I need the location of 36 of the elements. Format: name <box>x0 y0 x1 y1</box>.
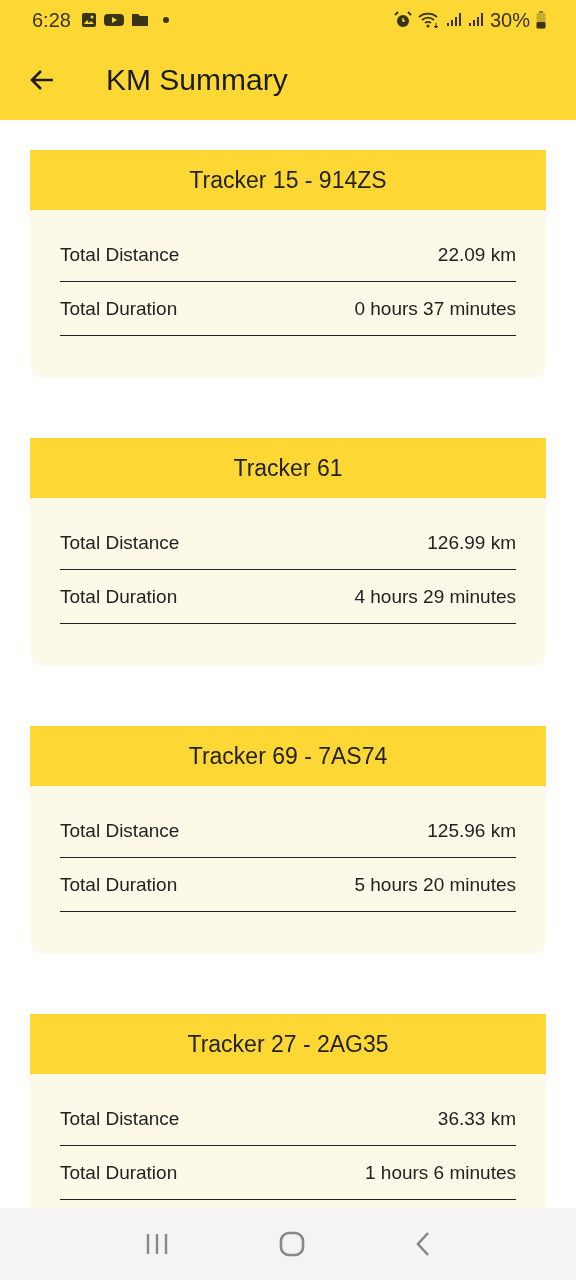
signal-icon <box>445 12 462 28</box>
status-time: 6:28 <box>32 8 71 32</box>
row-label: Total Distance <box>60 1107 180 1130</box>
signal-icon <box>467 12 484 28</box>
row-label: Total Duration <box>60 585 178 608</box>
row-label: Total Duration <box>60 297 178 320</box>
row-label: Total Duration <box>60 1161 178 1184</box>
alarm-icon <box>393 11 412 29</box>
video-icon <box>102 12 125 28</box>
tracker-title: Tracker 69 - 7AS74 <box>188 742 388 770</box>
home-icon[interactable] <box>279 1231 305 1257</box>
row-value: 5 hours 20 minutes <box>354 873 516 896</box>
row-value: 36.33 km <box>437 1107 516 1130</box>
battery-percent: 30% <box>489 8 530 32</box>
back-icon[interactable] <box>415 1231 431 1257</box>
back-arrow-icon[interactable] <box>29 69 55 91</box>
row-label: Total Duration <box>60 873 178 896</box>
recent-apps-icon[interactable] <box>145 1233 169 1255</box>
gallery-icon <box>80 12 97 28</box>
dot-icon <box>162 17 169 23</box>
row-value: 1 hours 6 minutes <box>364 1161 516 1184</box>
row-label: Total Distance <box>60 531 180 554</box>
battery-icon <box>536 11 546 29</box>
row-value: 4 hours 29 minutes <box>354 585 516 608</box>
folder-icon <box>130 12 149 28</box>
row-label: Total Distance <box>60 819 180 842</box>
tracker-title: Tracker 15 - 914ZS <box>189 166 387 194</box>
row-value: 125.96 km <box>427 819 516 842</box>
page-title: KM Summary <box>106 63 288 97</box>
tracker-title: Tracker 61 <box>233 454 343 482</box>
row-value: 0 hours 37 minutes <box>354 297 516 320</box>
row-label: Total Distance <box>60 243 180 266</box>
wifi-icon <box>417 11 440 29</box>
tracker-title: Tracker 27 - 2AG35 <box>187 1030 389 1058</box>
row-value: 126.99 km <box>427 531 516 554</box>
row-value: 22.09 km <box>437 243 516 266</box>
